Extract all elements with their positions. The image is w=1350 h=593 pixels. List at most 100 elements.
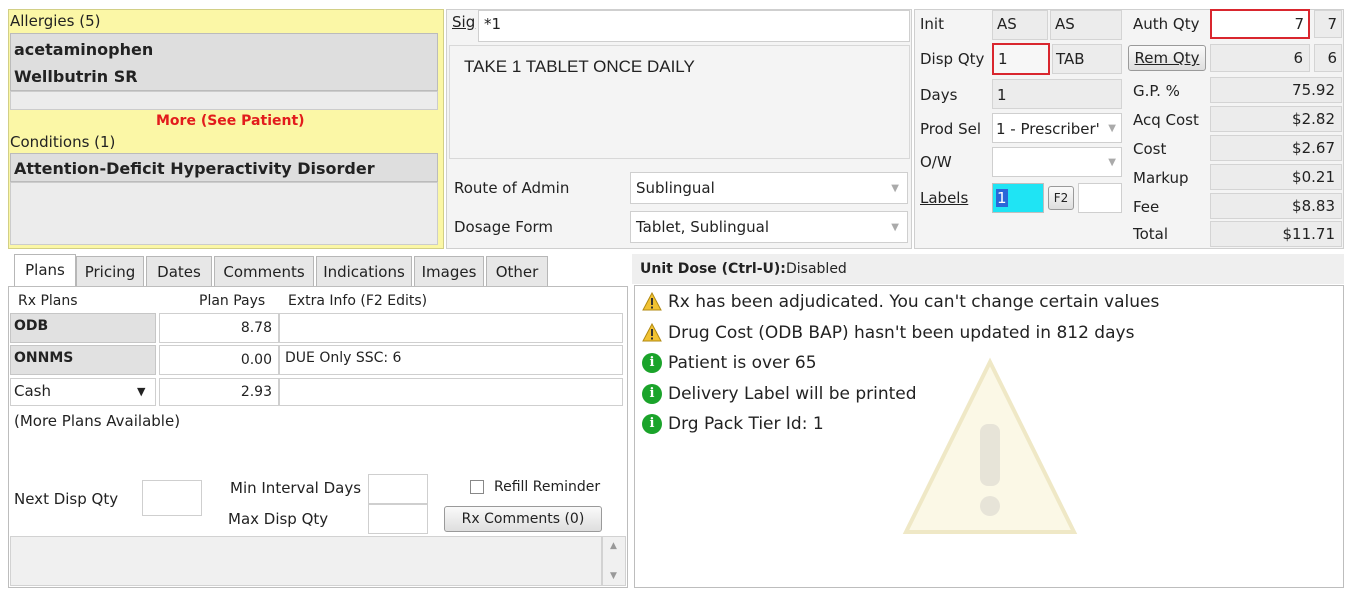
scroll-up-icon[interactable]: ▲ (610, 541, 617, 551)
sig-label: Sig (452, 13, 476, 31)
tab-plans[interactable]: Plans (14, 254, 76, 286)
disp-qty-value: 1 (998, 50, 1008, 68)
sig-code-input[interactable] (478, 10, 910, 42)
tab-images[interactable]: Images (414, 256, 484, 286)
message-row: i Patient is over 65 (642, 353, 817, 373)
tab-indications[interactable]: Indications (316, 256, 412, 286)
auth-qty-2: 7 (1314, 10, 1342, 38)
tab-dates[interactable]: Dates (146, 256, 212, 286)
labels-value: 1 (996, 189, 1008, 207)
rem-qty-button[interactable]: Rem Qty (1128, 45, 1206, 71)
plan-pays-cell[interactable]: 8.78 (159, 313, 279, 343)
next-disp-qty-input[interactable] (142, 480, 202, 516)
sig-text: TAKE 1 TABLET ONCE DAILY (464, 57, 695, 76)
plan-extra-cell[interactable] (279, 313, 623, 343)
message-text: Drg Pack Tier Id: 1 (668, 414, 824, 434)
allergy-item[interactable]: acetaminophen (14, 40, 153, 59)
tab-other[interactable]: Other (486, 256, 548, 286)
prod-sel-label: Prod Sel (920, 120, 982, 138)
f2-button[interactable]: F2 (1048, 186, 1074, 210)
min-interval-days-input[interactable] (368, 474, 428, 504)
labels-extra-field[interactable] (1078, 183, 1122, 213)
dosage-label: Dosage Form (454, 218, 554, 236)
markup-label: Markup (1133, 169, 1189, 187)
fee-value: $8.83 (1210, 193, 1342, 219)
dosage-value: Tablet, Sublingual (636, 218, 769, 236)
disp-qty-label: Disp Qty (920, 50, 985, 68)
conditions-header: Conditions (1) (10, 133, 116, 151)
unit-dose-value: Disabled (786, 261, 847, 277)
max-disp-qty-label: Max Disp Qty (228, 510, 329, 528)
rem-qty-value: 6 (1210, 44, 1310, 72)
init-label: Init (920, 15, 944, 33)
cost-value: $2.67 (1210, 135, 1342, 161)
cost-label: Cost (1133, 140, 1167, 158)
extra-info-header: Extra Info (F2 Edits) (288, 293, 428, 309)
init-value-2: AS (1055, 15, 1075, 33)
plan-extra-text: DUE Only SSC: 6 (285, 350, 402, 366)
labels-label: Labels (920, 189, 969, 207)
warning-icon (642, 323, 662, 342)
tab-comments[interactable]: Comments (214, 256, 314, 286)
allergy-item[interactable]: Wellbutrin SR (14, 67, 138, 86)
condition-item[interactable]: Attention-Deficit Hyperactivity Disorder (14, 159, 375, 178)
warning-icon (642, 292, 662, 311)
message-row: i Drg Pack Tier Id: 1 (642, 414, 824, 434)
auth-qty-label: Auth Qty (1133, 15, 1200, 33)
message-text: Rx has been adjudicated. You can't chang… (668, 292, 1160, 312)
rem-qty-2: 6 (1314, 44, 1342, 72)
more-plans-link[interactable]: (More Plans Available) (14, 412, 180, 430)
conditions-list-blank (10, 182, 438, 245)
tab-pricing[interactable]: Pricing (76, 256, 144, 286)
plan-pays-cell[interactable]: 0.00 (159, 345, 279, 375)
message-row: Drug Cost (ODB BAP) hasn't been updated … (642, 323, 1134, 343)
rx-comments-button[interactable]: Rx Comments (0) (444, 506, 602, 532)
gp-label: G.P. % (1133, 82, 1180, 100)
rem-qty-label: Rem Qty (1134, 49, 1200, 67)
ow-select[interactable]: ▼ (992, 147, 1122, 177)
plan-pays-header: Plan Pays (199, 293, 266, 309)
message-row: i Delivery Label will be printed (642, 384, 917, 404)
comments-scrollbar[interactable]: ▲ ▼ (602, 536, 626, 586)
message-text: Drug Cost (ODB BAP) hasn't been updated … (668, 323, 1135, 343)
message-row: Rx has been adjudicated. You can't chang… (642, 292, 1159, 312)
acq-cost-label: Acq Cost (1133, 111, 1199, 129)
ow-label: O/W (920, 153, 952, 171)
info-icon: i (642, 414, 662, 434)
route-value: Sublingual (636, 179, 715, 197)
plan-name: ODB (14, 318, 49, 334)
acq-cost-value: $2.82 (1210, 106, 1342, 132)
total-label: Total (1133, 225, 1169, 243)
plan-name: ONNMS (14, 350, 74, 366)
refill-reminder-checkbox[interactable] (470, 480, 484, 494)
plan-extra-cell[interactable] (279, 378, 623, 406)
plan-pays-cell[interactable]: 2.93 (159, 378, 279, 406)
auth-qty-value: 7 (1294, 15, 1304, 33)
info-icon: i (642, 353, 662, 373)
rx-plans-header: Rx Plans (18, 293, 78, 309)
max-disp-qty-input[interactable] (368, 504, 428, 534)
init-value-1: AS (997, 15, 1017, 33)
chevron-down-icon: ▼ (891, 222, 899, 233)
next-disp-qty-label: Next Disp Qty (14, 490, 119, 508)
message-text: Delivery Label will be printed (668, 384, 917, 404)
plan-name: Cash (14, 382, 51, 400)
comments-textarea[interactable] (10, 536, 602, 586)
days-input[interactable] (992, 79, 1122, 109)
chevron-down-icon: ▼ (891, 183, 899, 194)
chevron-down-icon: ▼ (1108, 123, 1116, 134)
prod-sel-value: 1 - Prescriber' (996, 120, 1100, 138)
disp-unit-value: TAB (1056, 50, 1085, 68)
more-see-patient-link[interactable]: More (See Patient) (156, 113, 305, 129)
gp-value: 75.92 (1210, 77, 1342, 103)
total-value: $11.71 (1210, 221, 1342, 247)
warning-watermark-icon (902, 357, 1078, 534)
scroll-down-icon[interactable]: ▼ (610, 571, 617, 581)
chevron-down-icon: ▼ (1108, 157, 1116, 168)
markup-value: $0.21 (1210, 164, 1342, 190)
dropdown-arrow-icon[interactable]: ▼ (137, 385, 145, 398)
allergies-list-blank (10, 91, 438, 110)
message-text: Patient is over 65 (668, 353, 817, 373)
allergies-header: Allergies (5) (10, 12, 101, 30)
route-label: Route of Admin (454, 179, 570, 197)
